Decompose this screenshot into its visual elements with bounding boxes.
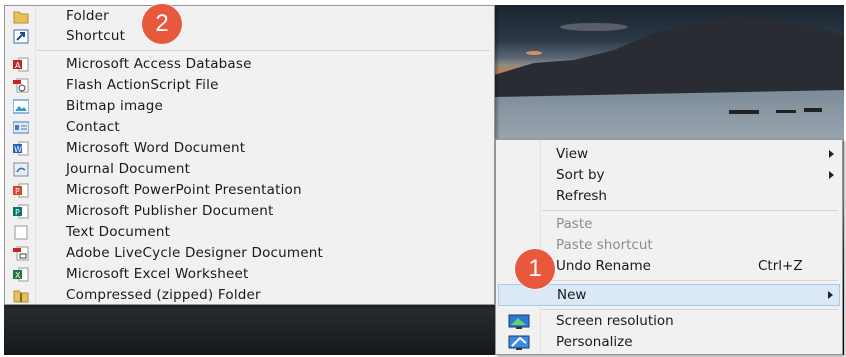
monitor-icon [508, 314, 530, 330]
actionscript-icon [13, 78, 29, 93]
submenu-item-excel[interactable]: X Microsoft Excel Worksheet [5, 264, 494, 285]
submenu-item-label: Shortcut [66, 28, 126, 44]
submenu-item-livecycle[interactable]: Adobe LiveCycle Designer Document [5, 243, 494, 264]
bitmap-icon [12, 99, 30, 114]
submenu-separator [37, 50, 490, 51]
livecycle-icon [13, 246, 29, 261]
submenu-item-label: Flash ActionScript File [66, 77, 219, 93]
submenu-item-label: Folder [66, 8, 109, 24]
submenu-item-label: Microsoft PowerPoint Presentation [66, 182, 302, 198]
menu-item-paste[interactable]: Paste [498, 215, 840, 235]
menu-item-label: Sort by [556, 167, 605, 183]
menu-separator [542, 280, 838, 281]
submenu-item-label: Microsoft Excel Worksheet [66, 266, 249, 282]
menu-item-label: Refresh [556, 188, 607, 204]
journal-icon [13, 162, 29, 177]
submenu-item-label: Compressed (zipped) Folder [66, 287, 261, 303]
svg-text:A: A [15, 61, 21, 70]
menu-item-view[interactable]: View [498, 145, 840, 165]
submenu-item-actionscript[interactable]: Flash ActionScript File [5, 75, 494, 96]
submenu-arrow-icon [829, 150, 834, 158]
personalize-icon [508, 335, 530, 351]
access-icon: A [13, 57, 29, 72]
submenu-item-shortcut[interactable]: Shortcut [5, 26, 494, 47]
desktop-wallpaper-lower [4, 300, 496, 355]
svg-text:X: X [15, 271, 21, 280]
menu-item-label: Paste shortcut [556, 237, 653, 253]
menu-item-shortcut: Ctrl+Z [758, 258, 803, 274]
word-icon: W [13, 141, 29, 156]
menu-item-label: New [557, 287, 587, 303]
publisher-icon: P [13, 204, 29, 219]
menu-separator [542, 210, 838, 211]
menu-item-label: View [556, 146, 589, 162]
submenu-arrow-icon [828, 291, 833, 299]
powerpoint-icon: P [13, 183, 29, 198]
contact-icon [12, 120, 30, 135]
submenu-item-label: Adobe LiveCycle Designer Document [66, 245, 324, 261]
menu-item-personalize[interactable]: Personalize [498, 333, 840, 353]
submenu-item-label: Contact [66, 119, 120, 135]
submenu-item-word[interactable]: W Microsoft Word Document [5, 138, 494, 159]
zip-folder-icon [13, 288, 29, 303]
submenu-item-folder[interactable]: Folder [5, 6, 494, 27]
menu-item-label: Screen resolution [556, 313, 674, 329]
shortcut-icon [13, 29, 29, 44]
submenu-item-label: Text Document [66, 224, 171, 240]
excel-icon: X [13, 267, 29, 282]
menu-item-label: Personalize [556, 334, 633, 350]
svg-text:W: W [14, 145, 22, 154]
menu-separator [542, 309, 838, 310]
new-submenu: Folder Shortcut A Microsoft Access Datab… [4, 5, 495, 305]
text-document-icon [13, 225, 29, 240]
callout-badge-1: 1 [515, 249, 555, 289]
callout-badge-2: 2 [142, 4, 182, 44]
menu-item-new[interactable]: New [498, 284, 840, 306]
submenu-item-label: Microsoft Publisher Document [66, 203, 274, 219]
submenu-item-text[interactable]: Text Document [5, 222, 494, 243]
submenu-item-contact[interactable]: Contact [5, 117, 494, 138]
menu-item-sort-by[interactable]: Sort by [498, 166, 840, 186]
submenu-item-label: Bitmap image [66, 98, 164, 114]
svg-text:P: P [15, 208, 20, 217]
submenu-item-label: Microsoft Access Database [66, 56, 252, 72]
menu-item-label: Undo Rename [556, 258, 651, 274]
submenu-item-label: Microsoft Word Document [66, 140, 246, 156]
submenu-item-label: Journal Document [66, 161, 191, 177]
submenu-item-powerpoint[interactable]: P Microsoft PowerPoint Presentation [5, 180, 494, 201]
svg-text:P: P [15, 187, 20, 196]
submenu-item-journal[interactable]: Journal Document [5, 159, 494, 180]
submenu-item-zip[interactable]: Compressed (zipped) Folder [5, 285, 494, 306]
submenu-item-access[interactable]: A Microsoft Access Database [5, 54, 494, 75]
desktop-context-menu: View Sort by Refresh Paste Paste shortcu… [495, 139, 843, 355]
menu-item-label: Paste [556, 216, 593, 232]
folder-icon [13, 9, 29, 24]
submenu-item-bitmap[interactable]: Bitmap image [5, 96, 494, 117]
menu-item-screen-resolution[interactable]: Screen resolution [498, 312, 840, 332]
submenu-arrow-icon [829, 171, 834, 179]
menu-item-refresh[interactable]: Refresh [498, 187, 840, 207]
menu-item-paste-shortcut[interactable]: Paste shortcut [498, 236, 840, 256]
submenu-item-publisher[interactable]: P Microsoft Publisher Document [5, 201, 494, 222]
